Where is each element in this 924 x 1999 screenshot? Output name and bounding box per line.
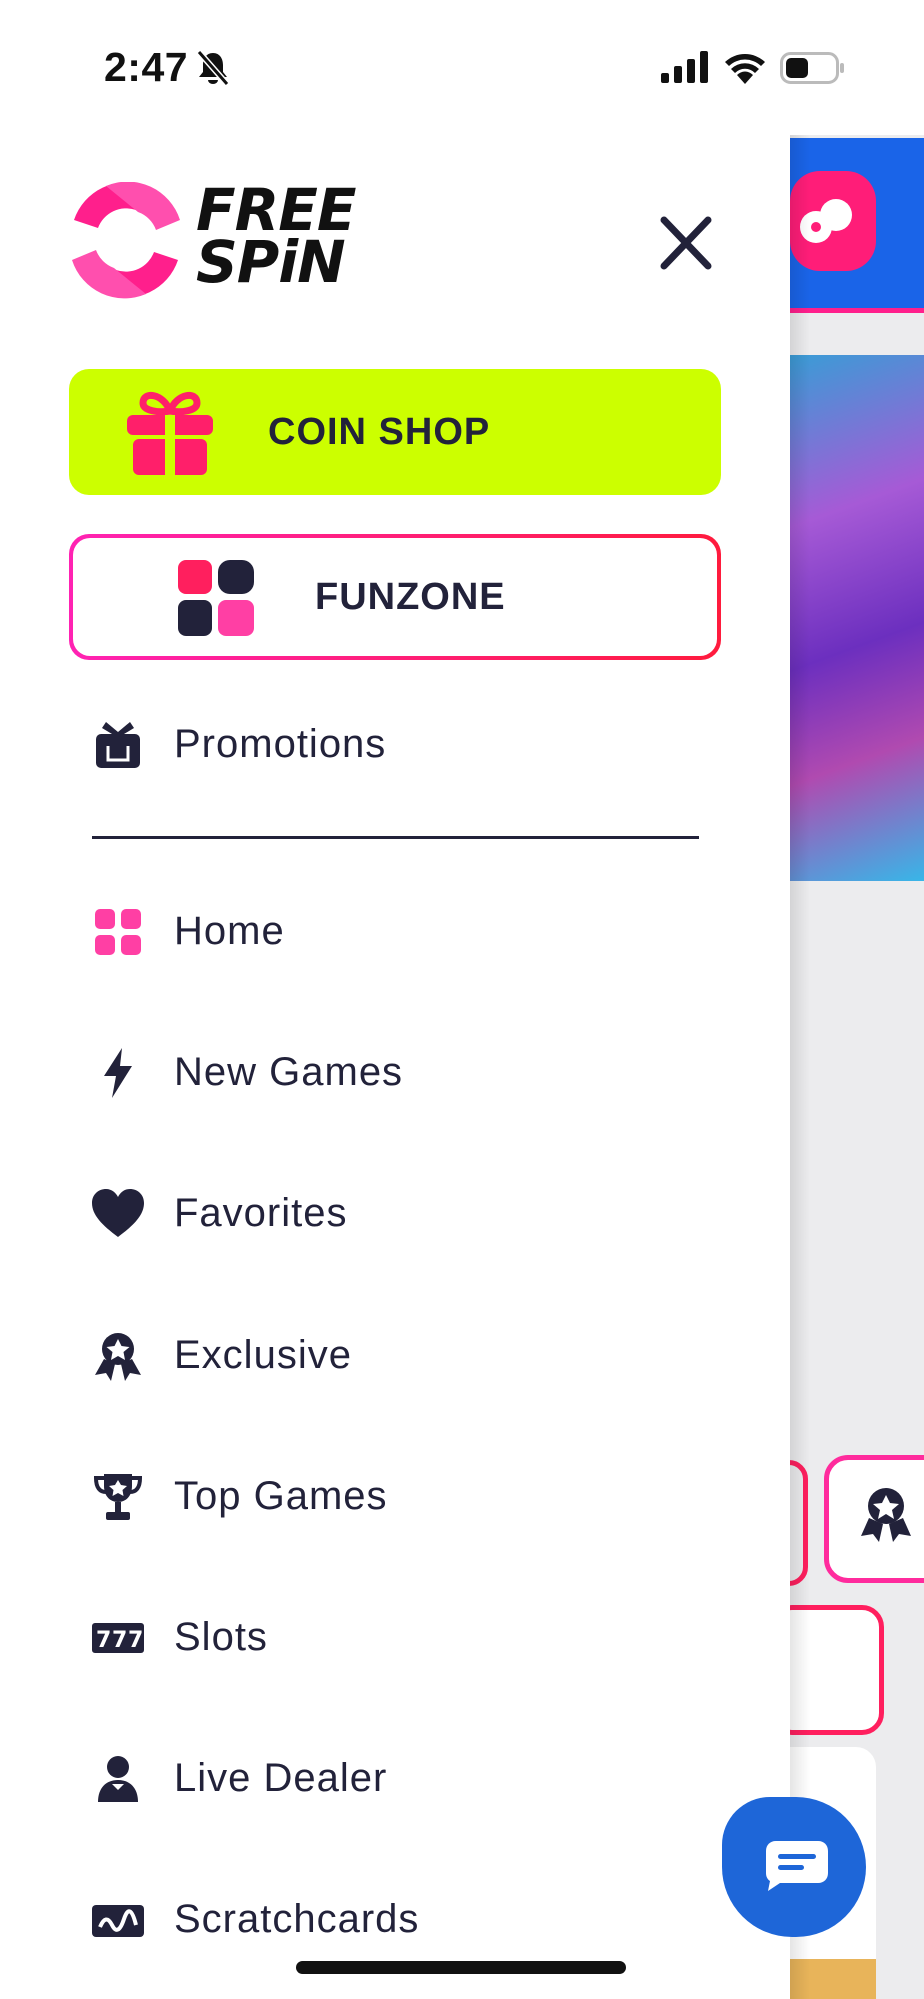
home-indicator — [296, 1961, 626, 1974]
badge-icon — [861, 1488, 911, 1542]
coin-shop-button[interactable]: COIN SHOP — [69, 369, 721, 495]
drawer-shadow — [790, 135, 810, 1999]
battery-icon — [780, 52, 844, 84]
menu-item-top-games[interactable]: Top Games — [88, 1456, 748, 1536]
status-time: 2:47 — [104, 44, 189, 90]
menu-item-label: Promotions — [174, 722, 387, 766]
logo-line-2: SPiN — [196, 228, 346, 296]
scratchcard-icon — [92, 1905, 144, 1937]
menu-item-slots[interactable]: 7 7 7 Slots — [88, 1597, 748, 1677]
menu-item-scratchcards[interactable]: Scratchcards — [88, 1879, 748, 1959]
funzone-blocks-icon — [178, 560, 254, 636]
category-chip-exclusive[interactable] — [824, 1455, 924, 1583]
svg-text:7: 7 — [96, 1628, 111, 1653]
wifi-icon — [725, 54, 765, 84]
logo-wordmark: FREE SPiN — [196, 181, 357, 296]
menu-item-label: New Games — [174, 1050, 404, 1094]
promo-banner[interactable] — [790, 355, 924, 881]
coin-shop-label: COIN SHOP — [268, 411, 491, 453]
background-app — [770, 135, 924, 1999]
trophy-icon — [93, 1474, 143, 1520]
chat-button[interactable] — [722, 1797, 866, 1937]
dealer-icon — [98, 1756, 138, 1802]
menu-divider — [92, 836, 699, 839]
menu-item-label: Home — [174, 909, 285, 953]
slots-icon: 7 7 7 — [92, 1623, 144, 1653]
menu-item-label: Scratchcards — [174, 1897, 420, 1941]
menu-item-label: Slots — [174, 1615, 268, 1659]
background-header — [790, 138, 924, 313]
badge-icon — [95, 1333, 141, 1381]
lightning-icon — [104, 1048, 132, 1098]
gift-box-icon — [96, 722, 140, 768]
muted-bell-icon — [196, 50, 230, 86]
grid-icon — [95, 909, 141, 955]
heart-icon — [92, 1189, 144, 1237]
menu-item-label: Live Dealer — [174, 1756, 388, 1800]
funzone-label: FUNZONE — [315, 576, 506, 618]
funzone-button[interactable]: FUNZONE — [69, 534, 721, 660]
menu-item-label: Favorites — [174, 1191, 348, 1235]
cellular-signal-icon — [661, 51, 708, 83]
svg-text:7: 7 — [128, 1628, 143, 1653]
status-bar: 2:47 — [0, 0, 924, 135]
menu-item-live-dealer[interactable]: Live Dealer — [88, 1738, 748, 1818]
funzone-button-inner: FUNZONE — [73, 538, 717, 656]
gift-icon — [127, 392, 213, 475]
chat-icon — [766, 1841, 828, 1891]
svg-text:7: 7 — [112, 1628, 127, 1653]
menu-item-new-games[interactable]: New Games — [88, 1032, 748, 1112]
menu-item-label: Top Games — [174, 1474, 388, 1518]
menu-item-home[interactable]: Home — [88, 891, 748, 971]
menu-item-label: Exclusive — [174, 1333, 352, 1377]
side-drawer: FREE SPiN COIN SHOP FUNZONE Promotions H… — [0, 0, 790, 1999]
close-icon[interactable] — [650, 212, 722, 274]
menu-item-favorites[interactable]: Favorites — [88, 1173, 748, 1253]
menu-item-promotions[interactable]: Promotions — [88, 704, 748, 784]
menu-item-exclusive[interactable]: Exclusive — [88, 1315, 748, 1395]
